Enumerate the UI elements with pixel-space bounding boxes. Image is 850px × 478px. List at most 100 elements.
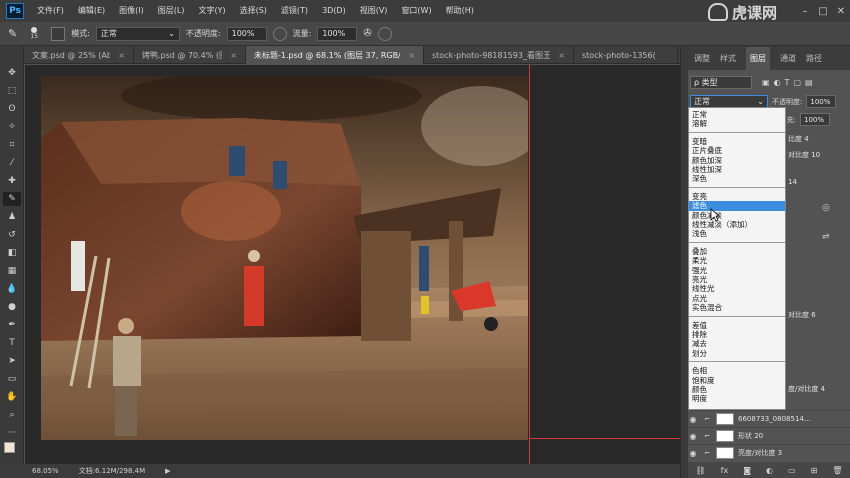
panel-tab[interactable]: 调整 — [694, 53, 710, 64]
delete-layer-icon[interactable]: 🗑 — [832, 466, 842, 475]
brush-tool-icon[interactable]: ✎ — [3, 192, 21, 206]
menu-item[interactable]: 3D(D) — [315, 0, 353, 22]
blend-mode-option[interactable]: 颜色加深 — [689, 156, 785, 165]
crop-tool-icon[interactable]: ⌗ — [3, 138, 21, 152]
menu-item[interactable]: 帮助(H) — [439, 0, 481, 22]
menu-item[interactable]: 窗口(W) — [394, 0, 438, 22]
document-tab[interactable]: 未标题-1.psd @ 68.1% (图层 37, RGB/8#) * × — [246, 46, 424, 64]
marquee-tool-icon[interactable]: ⬚ — [3, 84, 21, 98]
panel-opacity-input[interactable]: 100% — [806, 95, 837, 108]
type-tool-icon[interactable]: T — [3, 336, 21, 350]
blend-mode-option[interactable]: 明度 — [689, 394, 785, 403]
filter-type-icon[interactable]: T — [785, 78, 790, 87]
blend-mode-option[interactable]: 饱和度 — [689, 376, 785, 385]
new-group-icon[interactable]: ▭ — [788, 466, 796, 475]
layer-row[interactable]: ◉ ⌐ 亮度/对比度 3 — [688, 444, 850, 461]
stamp-tool-icon[interactable]: ♟ — [3, 210, 21, 224]
document-canvas[interactable] — [41, 76, 528, 440]
blend-mode-option[interactable]: 变暗 — [689, 137, 785, 146]
panel-tab[interactable]: 样式 — [720, 53, 736, 64]
collapse-arrow-icon[interactable]: ◎ — [822, 203, 830, 213]
pressure-opacity-icon[interactable] — [272, 26, 287, 41]
filter-smart-icon[interactable]: ▤ — [805, 78, 813, 87]
blend-mode-option[interactable]: 实色混合 — [689, 303, 785, 312]
group-chain-icon[interactable]: ⇌ — [822, 232, 830, 242]
panel-tab[interactable]: 通道 — [780, 53, 796, 64]
status-arrow-icon[interactable]: ▶ — [165, 467, 170, 475]
more-tools-icon[interactable]: ··· — [3, 426, 21, 440]
healing-tool-icon[interactable]: ✚ — [3, 174, 21, 188]
move-tool-icon[interactable]: ✥ — [3, 66, 21, 80]
close-icon[interactable]: ✕ — [832, 6, 850, 17]
blend-mode-option[interactable]: 差值 — [689, 321, 785, 330]
blend-mode-option[interactable]: 线性减淡（添加） — [689, 220, 785, 229]
layer-name-fragment[interactable]: 对比度 10 — [788, 150, 820, 160]
zoom-level[interactable]: 68.05% — [32, 467, 59, 475]
menu-item[interactable]: 图像(I) — [112, 0, 151, 22]
menu-item[interactable]: 编辑(E) — [71, 0, 112, 22]
visibility-eye-icon[interactable]: ◉ — [688, 432, 698, 441]
foreground-color-swatch[interactable] — [4, 442, 15, 453]
history-brush-tool-icon[interactable]: ↺ — [3, 228, 21, 242]
lasso-tool-icon[interactable]: ʘ — [3, 102, 21, 116]
close-tab-icon[interactable]: × — [408, 51, 415, 60]
layer-row[interactable]: ◉ ⌐ 6608733_0808514... — [688, 410, 850, 427]
new-layer-icon[interactable]: ⊞ — [811, 466, 818, 475]
shape-tool-icon[interactable]: ▭ — [3, 372, 21, 386]
blend-mode-option[interactable]: 溶解 — [689, 119, 785, 128]
menu-item[interactable]: 图层(L) — [151, 0, 192, 22]
visibility-eye-icon[interactable]: ◉ — [688, 415, 698, 424]
blend-mode-option[interactable]: 叠加 — [689, 247, 785, 256]
blend-mode-option[interactable]: 颜色 — [689, 385, 785, 394]
blend-mode-option[interactable]: 亮光 — [689, 275, 785, 284]
gradient-tool-icon[interactable]: ▦ — [3, 264, 21, 278]
menu-item[interactable]: 选择(S) — [233, 0, 274, 22]
layer-name-fragment[interactable]: 14 — [788, 178, 797, 186]
mode-select[interactable]: 正常 ⌄ — [95, 26, 180, 41]
eyedropper-tool-icon[interactable]: ⁄ — [3, 156, 21, 170]
close-tab-icon[interactable]: × — [558, 51, 565, 60]
panel-fill-input[interactable]: 100% — [800, 113, 830, 126]
blend-mode-option[interactable]: 点光 — [689, 294, 785, 303]
document-tab[interactable]: 文案.psd @ 25% (Abou... × — [24, 46, 134, 64]
eraser-tool-icon[interactable]: ◧ — [3, 246, 21, 260]
dodge-tool-icon[interactable]: ● — [3, 300, 21, 314]
blend-mode-option[interactable]: 排除 — [689, 330, 785, 339]
filter-adjust-icon[interactable]: ◐ — [774, 78, 781, 87]
path-select-tool-icon[interactable]: ➤ — [3, 354, 21, 368]
blend-mode-option[interactable]: 深色 — [689, 174, 785, 183]
airbrush-icon[interactable]: ✇ — [363, 28, 371, 39]
link-layers-icon[interactable]: ⛓ — [696, 466, 706, 475]
blend-mode-option[interactable]: 变亮 — [689, 192, 785, 201]
blend-mode-option[interactable]: 正片叠底 — [689, 146, 785, 155]
blend-mode-option[interactable]: 减去 — [689, 339, 785, 348]
pressure-size-icon[interactable] — [377, 26, 392, 41]
blend-mode-option[interactable]: 颜色减淡 — [689, 211, 785, 220]
adjustment-layer-icon[interactable]: ◐ — [766, 466, 773, 475]
filter-pixel-icon[interactable]: ▣ — [762, 78, 770, 87]
document-tab[interactable]: stock-photo-98181593_看图王.psd × — [424, 46, 574, 64]
blend-mode-option[interactable]: 强光 — [689, 266, 785, 275]
menu-item[interactable]: 文字(Y) — [191, 0, 232, 22]
blur-tool-icon[interactable]: 💧 — [3, 282, 21, 296]
layer-row[interactable]: ◉ ⌐ 形状 20 — [688, 427, 850, 444]
pen-tool-icon[interactable]: ✒ — [3, 318, 21, 332]
layer-name-fragment[interactable]: 对比度 6 — [788, 310, 816, 320]
brush-preset-picker[interactable]: 15 — [23, 27, 45, 40]
layer-name-fragment[interactable]: 度/对比度 4 — [788, 384, 825, 394]
blend-mode-option[interactable]: 浅色 — [689, 229, 785, 238]
blend-mode-option[interactable]: 线性光 — [689, 284, 785, 293]
visibility-eye-icon[interactable]: ◉ — [688, 449, 698, 458]
document-tab[interactable]: 烤鸭.psd @ 70.4% (图... × — [134, 46, 246, 64]
blend-mode-option[interactable]: 正常 — [689, 110, 785, 119]
maximize-icon[interactable]: □ — [814, 6, 832, 17]
blend-mode-option[interactable]: 滤色 — [689, 201, 785, 211]
document-tab[interactable]: stock-photo-1356( — [574, 46, 678, 64]
filter-shape-icon[interactable]: ▢ — [793, 78, 801, 87]
blend-mode-option[interactable]: 线性加深 — [689, 165, 785, 174]
quick-select-tool-icon[interactable]: ✧ — [3, 120, 21, 134]
layer-kind-filter[interactable]: ρ 类型 — [690, 76, 752, 89]
blend-mode-option[interactable]: 柔光 — [689, 256, 785, 265]
brush-panel-icon[interactable] — [51, 26, 66, 41]
layer-mask-icon[interactable]: ◙ — [743, 466, 751, 475]
